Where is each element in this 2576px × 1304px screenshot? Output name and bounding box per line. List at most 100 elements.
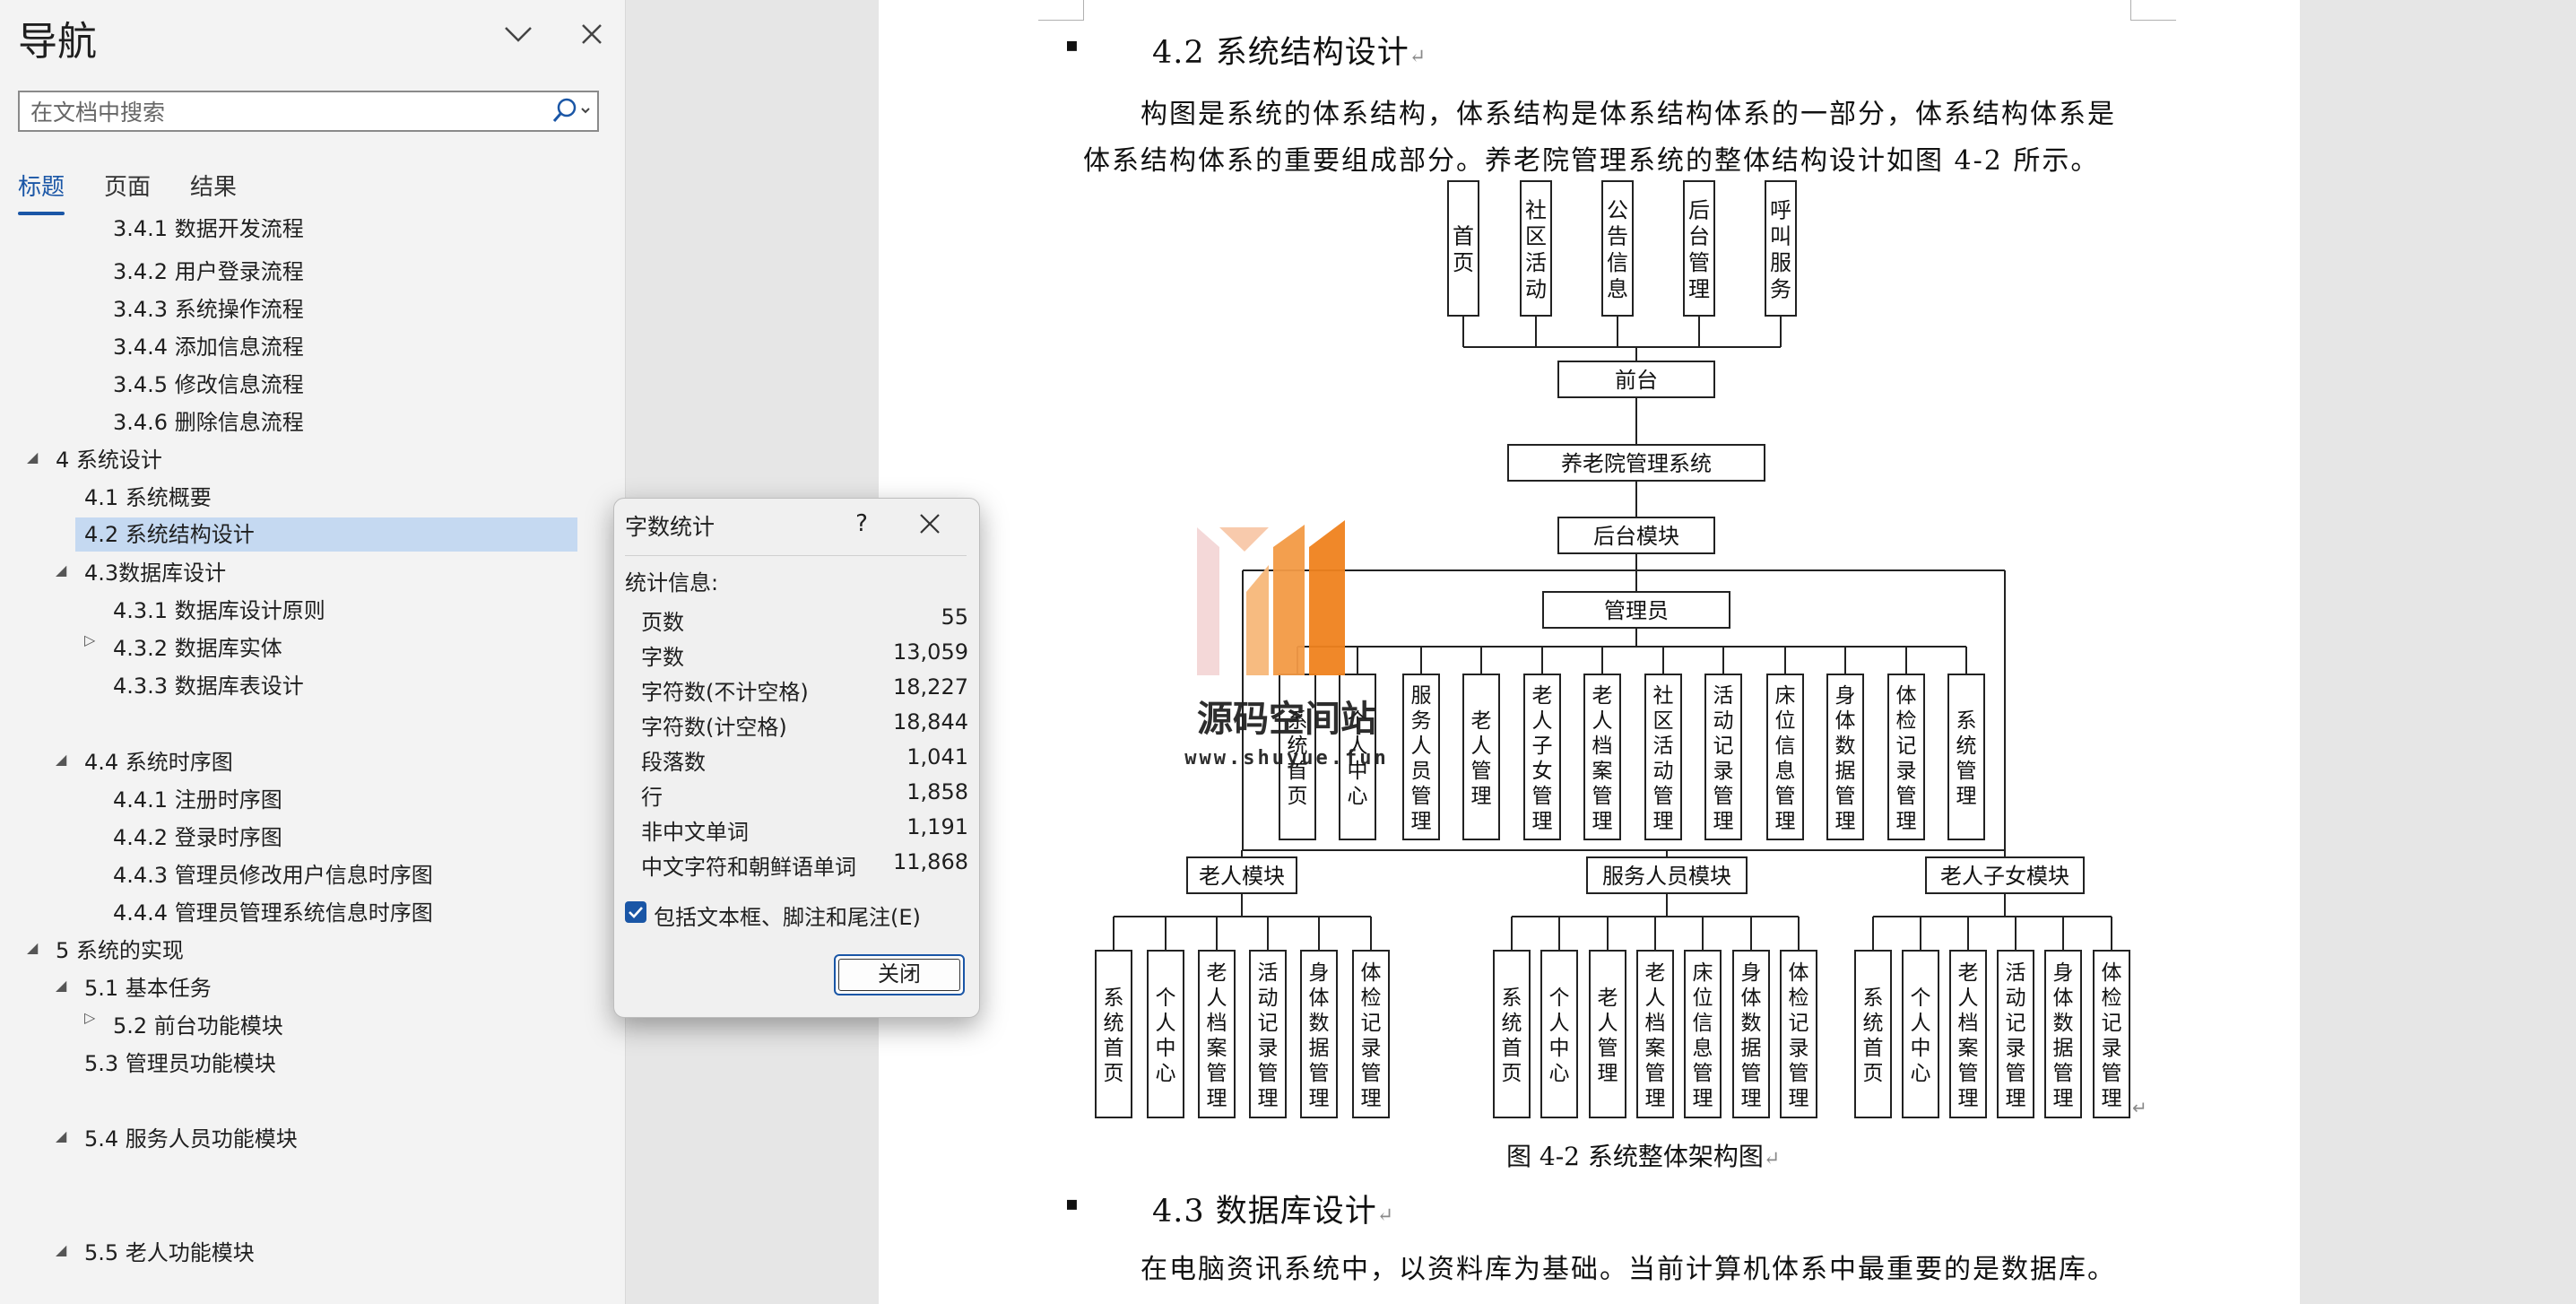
function-label-char: 老 [1598,987,1618,1010]
expand-arrow-icon[interactable]: ◢ [56,1127,66,1144]
nav-heading-item[interactable]: 4 系统设计 [56,443,162,477]
function-label-char: 检 [1361,987,1382,1010]
tab-pages[interactable]: 页面 [104,169,151,202]
include-textboxes-label[interactable]: 包括文本框、脚注和尾注(E) [654,900,921,931]
function-label-char: 理 [1741,1087,1762,1110]
search-icon[interactable] [547,96,594,126]
function-label-char: 老 [1471,709,1492,733]
nav-heading-item[interactable]: 4.3.1 数据库设计原则 [113,594,325,628]
function-label-char: 体 [1789,961,1809,985]
function-label-char: 理 [1688,276,1710,301]
chevron-down-icon[interactable] [500,16,536,52]
expand-arrow-icon[interactable]: ◢ [27,448,38,465]
function-label-char: 记 [1789,1012,1809,1035]
nav-heading-item[interactable]: 5 系统的实现 [56,934,184,968]
tab-results[interactable]: 结果 [190,169,237,202]
expand-arrow-icon[interactable]: ◢ [56,751,66,768]
nav-heading-item[interactable]: 4.3数据库设计 [84,556,226,590]
nav-heading-item[interactable]: 5.2 前台功能模块 [113,1009,283,1043]
nav-heading-item[interactable]: 4.3.2 数据库实体 [113,631,282,665]
nav-heading-item[interactable]: 4.4.3 管理员修改用户信息时序图 [113,858,433,892]
nav-heading-item-selected[interactable]: 4.2 系统结构设计 [75,517,577,552]
function-label-char: 据 [1741,1037,1762,1060]
function-label-char: 录 [1896,760,1917,783]
function-label-char: 页 [1104,1062,1124,1085]
collapsed-arrow-icon[interactable]: ▷ [84,1009,95,1026]
function-label-char: 老 [1958,961,1979,985]
function-label-char: 心 [1156,1062,1176,1085]
nav-heading-item[interactable]: 4.4.4 管理员管理系统信息时序图 [113,896,433,930]
function-label-char: 心 [1549,1062,1570,1085]
help-icon[interactable]: ? [844,506,880,542]
function-label-char: 录 [1361,1037,1382,1060]
function-label-char: 首 [1104,1037,1124,1060]
function-label-char: 信 [1607,250,1628,275]
nav-heading-item[interactable]: 5.1 基本任务 [84,971,212,1005]
function-label-char: 活 [1525,250,1547,275]
heading-4-3[interactable]: 4.3 数据库设计↵ [1152,1186,1394,1231]
include-textboxes-checkbox[interactable] [625,901,646,923]
nav-heading-item[interactable]: 5.5 老人功能模块 [84,1236,255,1270]
function-label-char: 管 [2053,1062,2074,1085]
function-label-char: 管 [1775,785,1796,808]
function-label-char: 首 [1863,1037,1884,1060]
function-label-char: 管 [1789,1062,1809,1085]
nav-heading-item[interactable]: 5.4 服务人员功能模块 [84,1122,298,1156]
search-box[interactable] [18,91,599,132]
function-label-char: 管 [1688,250,1710,275]
function-label-char: 统 [1956,735,1977,758]
function-label-char: 首 [1453,224,1474,249]
function-label-char: 公 [1607,197,1628,222]
function-label-char: 体 [1896,684,1917,708]
expand-arrow-icon[interactable]: ◢ [56,561,66,578]
collapsed-arrow-icon[interactable]: ▷ [84,631,95,648]
stat-value: 11,868 [893,849,968,874]
nav-heading-item[interactable]: 4.4.2 登录时序图 [113,821,282,855]
function-label-char: 页 [1502,1062,1522,1085]
nav-heading-item[interactable]: 3.4.2 用户登录流程 [113,255,304,289]
function-label-char: 区 [1653,709,1674,733]
function-label-char: 管 [1471,760,1492,783]
function-label-char: 床 [1775,684,1796,708]
nav-heading-item[interactable]: 4.4.1 注册时序图 [113,783,282,817]
function-label-char: 活 [1713,684,1734,708]
function-label-char: 管 [1713,785,1734,808]
nav-heading-item[interactable]: 4.3.3 数据库表设计 [113,669,304,703]
function-label-char: 理 [1411,810,1432,833]
paragraph-line[interactable]: 在电脑资讯系统中，以资料库为基础。当前计算机体系中最重要的是数据库。 [1141,1247,2116,1293]
nav-heading-item[interactable]: 3.4.5 修改信息流程 [113,368,304,402]
nav-heading-item[interactable]: 3.4.4 添加信息流程 [113,330,304,364]
expand-arrow-icon[interactable]: ◢ [27,939,38,956]
nav-heading-item[interactable]: 4.1 系统概要 [84,481,212,515]
function-label-char: 理 [1645,1087,1666,1110]
close-button[interactable]: 关闭 [834,954,965,995]
function-label-char: 记 [1896,735,1917,758]
heading-4-2[interactable]: 4.2 系统结构设计↵ [1152,27,1427,73]
function-label-char: 人 [1911,1012,1931,1035]
function-label-char: 活 [2006,961,2026,985]
function-label-char: 管 [1956,760,1977,783]
stats-label: 统计信息: [625,570,719,595]
divider [625,555,967,556]
function-label-char: 系 [1502,987,1522,1010]
function-label-char: 理 [1532,810,1553,833]
close-icon[interactable] [912,506,948,542]
document-page[interactable]: ▪ 4.2 系统结构设计↵ 构图是系统的体系结构，体系结构是体系结构体系的一部分… [879,0,2300,1304]
function-label-char: 老 [1592,684,1613,708]
function-label-char: 理 [1956,785,1977,808]
nav-heading-item[interactable]: 3.4.6 删除信息流程 [113,405,304,439]
function-label-char: 管 [1592,785,1613,808]
function-label-char: 管 [1598,1037,1618,1060]
function-label-char: 理 [1309,1087,1330,1110]
nav-heading-item[interactable]: 3.4.3 系统操作流程 [113,292,304,326]
close-icon[interactable] [574,16,610,52]
expand-arrow-icon[interactable]: ◢ [56,1241,66,1258]
function-label-char: 台 [1688,224,1710,249]
nav-heading-item[interactable]: 5.3 管理员功能模块 [84,1047,276,1081]
nav-heading-item[interactable]: 4.4 系统时序图 [84,745,233,779]
nav-heading-item[interactable]: 3.4.1 数据开发流程 [113,219,304,246]
expand-arrow-icon[interactable]: ◢ [56,977,66,994]
paragraph-line[interactable]: 构图是系统的体系结构，体系结构是体系结构体系的一部分，体系结构体系是 [1141,91,2116,138]
tab-headings[interactable]: 标题 [18,169,65,202]
search-input[interactable] [29,96,552,128]
